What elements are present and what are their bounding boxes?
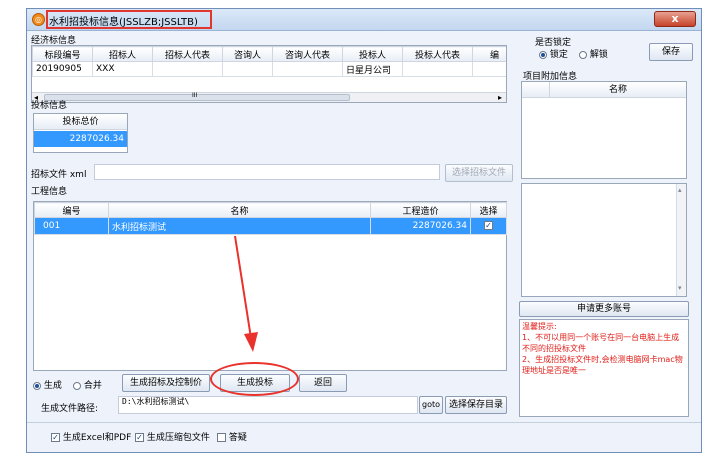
table-row[interactable]: 20190905 XXX 日星月公司	[32, 61, 506, 77]
horizontal-scrollbar[interactable]: ◂ III ▸	[32, 92, 506, 102]
zip-label: 生成压缩包文件	[146, 433, 210, 443]
annotation-arrow	[234, 235, 258, 352]
col-header[interactable]: 选择	[470, 202, 507, 218]
generate-bid-highlight-ring	[210, 362, 299, 396]
select-tender-file-button[interactable]: 选择招标文件	[445, 164, 513, 182]
table-cell[interactable]	[152, 61, 223, 77]
tender-file-label: 招标文件 xml	[31, 170, 87, 180]
tender-file-input[interactable]	[94, 164, 440, 180]
col-header[interactable]: 名称	[108, 202, 371, 218]
unlocked-radio-indicator[interactable]	[579, 50, 587, 59]
table-cell[interactable]	[272, 61, 343, 77]
notice-line-1: 1、不可以用同一个账号在同一台电脑上生成不同的招投标文件	[522, 333, 680, 353]
generate-radio-indicator[interactable]	[33, 381, 41, 390]
table-cell[interactable]: 20190905	[32, 61, 93, 77]
bid-table: 投标总价 2287026.34	[33, 113, 128, 153]
zip-option[interactable]: ✓ 生成压缩包文件	[135, 430, 210, 443]
generate-radio-label: 生成	[43, 381, 62, 391]
locked-radio[interactable]: 锁定	[539, 47, 568, 60]
bid-total-value[interactable]: 2287026.34	[34, 131, 127, 147]
bid-header[interactable]: 投标总价	[34, 114, 127, 130]
col-header[interactable]: 工程造价	[370, 202, 471, 218]
project-cost[interactable]: 2287026.34	[370, 217, 471, 235]
economic-table-panel: 标段编号 招标人 招标人代表 咨询人 咨询人代表 投标人 投标人代表 编 201…	[31, 45, 507, 103]
footer-divider	[27, 422, 701, 423]
project-header-row: 编号 名称 工程造价 选择	[34, 202, 507, 218]
save-button[interactable]: 保存	[649, 43, 693, 61]
scroll-right-icon[interactable]: ▸	[498, 93, 502, 102]
project-name[interactable]: 水利招标测试	[108, 217, 371, 235]
generate-radio[interactable]: 生成	[33, 378, 62, 391]
col-header[interactable]: 标段编号	[32, 46, 93, 62]
choose-save-directory-button[interactable]: 选择保存目录	[445, 396, 507, 414]
locked-radio-label: 锁定	[549, 50, 568, 60]
vertical-scrollbar[interactable]: ▴ ▾	[676, 184, 686, 296]
excel-pdf-option[interactable]: ✓ 生成Excel和PDF	[51, 430, 131, 443]
extra-info-corner	[522, 82, 550, 98]
query-label: 答疑	[228, 433, 247, 443]
project-select-checkbox[interactable]: ✓	[484, 221, 493, 230]
bid-section-label: 投标信息	[31, 101, 68, 111]
scroll-grip: III	[192, 92, 198, 99]
table-cell[interactable]: 日星月公司	[342, 61, 403, 77]
close-button[interactable]: x	[654, 11, 696, 27]
extra-info-table: 名称	[521, 81, 687, 179]
notice-panel: 温馨提示: 1、不可以用同一个账号在同一台电脑上生成不同的招投标文件 2、生成招…	[519, 319, 689, 417]
merge-radio[interactable]: 合并	[73, 378, 102, 391]
query-checkbox[interactable]	[217, 433, 226, 442]
query-option[interactable]: 答疑	[217, 430, 247, 443]
unlocked-radio-label: 解锁	[589, 50, 608, 60]
notice-line-2: 2、生成招投标文件时,会检测电脑网卡mac物理地址是否是唯一	[522, 355, 683, 375]
col-header[interactable]: 招标人	[92, 46, 153, 62]
extra-detail-panel: ▴ ▾	[521, 183, 687, 297]
col-header[interactable]: 招标人代表	[152, 46, 223, 62]
back-button[interactable]: 返回	[299, 374, 347, 392]
zip-checkbox[interactable]: ✓	[135, 433, 144, 442]
economic-header-row: 标段编号 招标人 招标人代表 咨询人 咨询人代表 投标人 投标人代表 编	[32, 46, 506, 62]
col-header[interactable]: 咨询人代表	[272, 46, 343, 62]
unlocked-radio[interactable]: 解锁	[579, 47, 608, 60]
project-code[interactable]: 001	[34, 217, 109, 235]
extra-info-header: 名称	[522, 82, 686, 98]
project-table-panel: 编号 名称 工程造价 选择 001 水利招标测试 2287026.34 ✓	[33, 201, 507, 371]
merge-radio-indicator[interactable]	[73, 381, 81, 390]
col-header[interactable]: 编	[472, 46, 506, 62]
goto-button[interactable]: goto	[419, 396, 443, 414]
output-path-label: 生成文件路径:	[41, 404, 99, 414]
economic-table: 标段编号 招标人 招标人代表 咨询人 咨询人代表 投标人 投标人代表 编 201…	[32, 46, 506, 77]
locked-radio-indicator[interactable]	[539, 50, 547, 59]
generate-control-price-button[interactable]: 生成招标及控制价	[122, 374, 210, 392]
excel-pdf-checkbox[interactable]: ✓	[51, 433, 60, 442]
col-header[interactable]: 投标人	[342, 46, 403, 62]
output-path-input[interactable]: D:\水利招标测试\	[118, 396, 418, 414]
table-cell[interactable]: XXX	[92, 61, 153, 77]
scroll-down-icon[interactable]: ▾	[678, 284, 682, 292]
merge-radio-label: 合并	[83, 381, 102, 391]
col-header[interactable]: 咨询人	[222, 46, 273, 62]
main-window: ◎ 水利招投标信息(JSSLZB;JSSLTB) x 经济标信息 标段编号 招标…	[26, 8, 702, 453]
table-cell[interactable]	[222, 61, 273, 77]
table-cell[interactable]	[472, 61, 506, 77]
project-table: 编号 名称 工程造价 选择 001 水利招标测试 2287026.34 ✓	[34, 202, 507, 235]
table-cell[interactable]	[402, 61, 473, 77]
extra-info-col-name[interactable]: 名称	[550, 82, 686, 98]
col-header[interactable]: 编号	[34, 202, 109, 218]
title-bar: ◎ 水利招投标信息(JSSLZB;JSSLTB) x	[27, 9, 701, 31]
app-logo-icon: ◎	[32, 13, 45, 26]
col-header[interactable]: 投标人代表	[402, 46, 473, 62]
apply-more-accounts-button[interactable]: 申请更多账号	[519, 301, 689, 317]
title-highlight-box	[46, 10, 212, 29]
table-row[interactable]: 001 水利招标测试 2287026.34 ✓	[34, 217, 507, 235]
project-select-cell[interactable]: ✓	[470, 217, 507, 235]
project-section-label: 工程信息	[31, 187, 68, 197]
scroll-up-icon[interactable]: ▴	[678, 186, 682, 194]
excel-pdf-label: 生成Excel和PDF	[62, 433, 132, 443]
notice-title: 温馨提示:	[522, 322, 557, 331]
